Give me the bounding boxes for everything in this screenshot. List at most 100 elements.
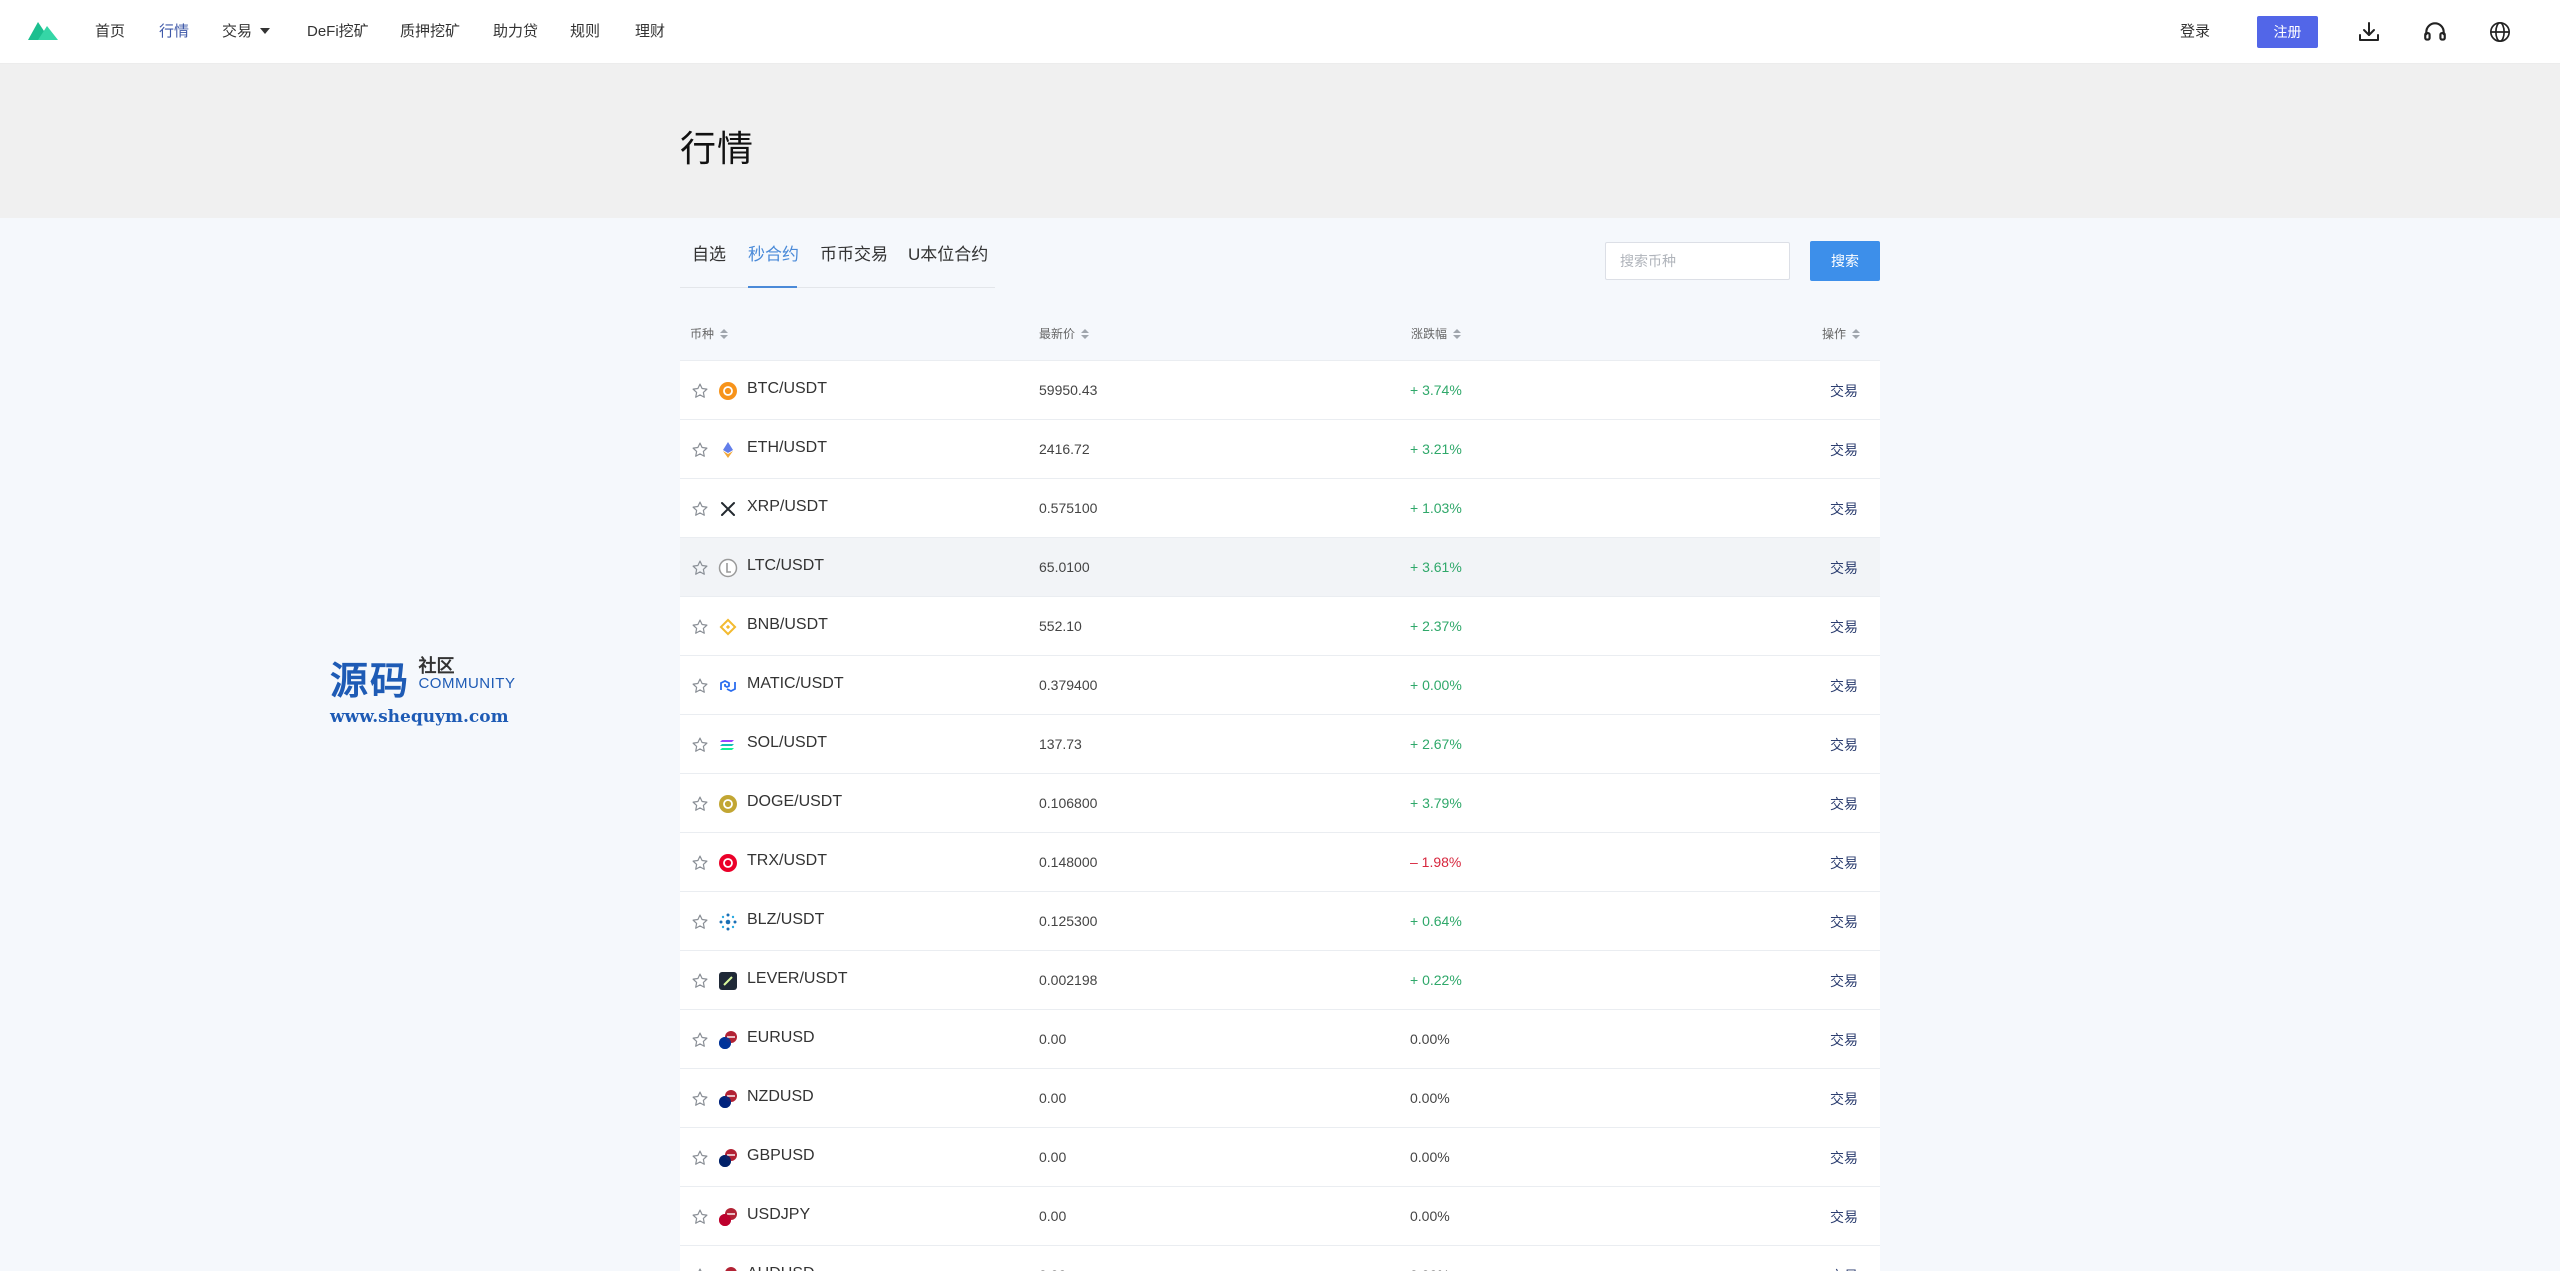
latest-price: 0.00 xyxy=(1039,1267,1066,1271)
trade-link[interactable]: 交易 xyxy=(1830,735,1858,755)
tab-second-contract[interactable]: 秒合约 xyxy=(748,240,799,265)
column-header-price[interactable]: 最新价 xyxy=(1039,325,1090,342)
pair-name: XRP/USDT xyxy=(747,498,828,515)
star-icon[interactable] xyxy=(691,913,709,931)
trade-link[interactable]: 交易 xyxy=(1830,1030,1858,1050)
matic-icon xyxy=(718,676,738,696)
column-header-change-label: 涨跌幅 xyxy=(1411,327,1448,341)
search-input[interactable] xyxy=(1605,242,1790,280)
trade-link[interactable]: 交易 xyxy=(1830,853,1858,873)
trade-link[interactable]: 交易 xyxy=(1830,381,1858,401)
star-icon[interactable] xyxy=(691,677,709,695)
column-header-change[interactable]: 涨跌幅 xyxy=(1411,325,1462,342)
trade-link[interactable]: 交易 xyxy=(1830,1207,1858,1227)
table-row[interactable]: EURUSD 0.00 0.00% 交易 xyxy=(680,1010,1880,1069)
trade-link[interactable]: 交易 xyxy=(1830,1148,1858,1168)
nav-item-loan[interactable]: 助力贷 xyxy=(493,0,538,64)
trx-icon xyxy=(718,853,738,873)
table-row[interactable]: DOGE/USDT 0.106800 + 3.79% 交易 xyxy=(680,774,1880,833)
price-change: + 0.00% xyxy=(1410,677,1462,693)
table-row[interactable]: MATIC/USDT 0.379400 + 0.00% 交易 xyxy=(680,656,1880,715)
table-row[interactable]: ETH/USDT 2416.72 + 3.21% 交易 xyxy=(680,420,1880,479)
trade-link[interactable]: 交易 xyxy=(1830,971,1858,991)
pair-name: LEVER/USDT xyxy=(747,970,848,987)
market-table: 币种 最新价 涨跌幅 操作 BTC/USDT 59950.43 + 3.74% 交易 E… xyxy=(680,307,1880,1271)
star-icon[interactable] xyxy=(691,795,709,813)
star-icon[interactable] xyxy=(691,736,709,754)
nav-item-market[interactable]: 行情 xyxy=(159,0,189,64)
tab-favorites[interactable]: 自选 xyxy=(692,240,726,265)
table-row[interactable]: USDJPY 0.00 0.00% 交易 xyxy=(680,1187,1880,1246)
table-row[interactable]: BTC/USDT 59950.43 + 3.74% 交易 xyxy=(680,361,1880,420)
star-icon[interactable] xyxy=(691,382,709,400)
search-button[interactable]: 搜索 xyxy=(1810,241,1880,281)
latest-price: 59950.43 xyxy=(1039,382,1098,398)
nav-item-trade[interactable]: 交易 xyxy=(222,0,271,64)
price-change: 0.00% xyxy=(1410,1031,1450,1047)
column-header-action-label: 操作 xyxy=(1822,327,1847,341)
table-row[interactable]: BLZ/USDT 0.125300 + 0.64% 交易 xyxy=(680,892,1880,951)
latest-price: 0.106800 xyxy=(1039,795,1098,811)
table-row[interactable]: SOL/USDT 137.73 + 2.67% 交易 xyxy=(680,715,1880,774)
column-header-action[interactable]: 操作 xyxy=(1822,325,1861,342)
star-icon[interactable] xyxy=(691,1208,709,1226)
sort-icon xyxy=(720,328,729,339)
pair-name: EURUSD xyxy=(747,1029,815,1046)
star-icon[interactable] xyxy=(691,1267,709,1271)
headset-icon[interactable] xyxy=(2421,18,2449,46)
price-change: 0.00% xyxy=(1410,1090,1450,1106)
pair-name: GBPUSD xyxy=(747,1147,815,1164)
trade-link[interactable]: 交易 xyxy=(1830,558,1858,578)
trade-link[interactable]: 交易 xyxy=(1830,1089,1858,1109)
watermark-subtitle: 社区 xyxy=(418,656,455,676)
nav-item-defi-mining[interactable]: DeFi挖矿 xyxy=(307,0,369,64)
price-change: + 3.74% xyxy=(1410,382,1462,398)
star-icon[interactable] xyxy=(691,854,709,872)
sol-icon xyxy=(718,735,738,755)
table-row[interactable]: LTC/USDT 65.0100 + 3.61% 交易 xyxy=(680,538,1880,597)
star-icon[interactable] xyxy=(691,972,709,990)
trade-link[interactable]: 交易 xyxy=(1830,499,1858,519)
star-icon[interactable] xyxy=(691,1149,709,1167)
table-row[interactable]: AUDUSD 0.00 0.00% 交易 xyxy=(680,1246,1880,1271)
xrp-icon xyxy=(718,499,738,519)
star-icon[interactable] xyxy=(691,618,709,636)
eth-icon xyxy=(718,440,738,460)
market-tabs: 自选 秒合约 币币交易 U本位合约 xyxy=(680,218,995,288)
login-link[interactable]: 登录 xyxy=(2180,0,2210,64)
download-icon[interactable] xyxy=(2355,18,2383,46)
page-header-banner: 行情 xyxy=(0,64,2560,218)
latest-price: 0.00 xyxy=(1039,1031,1067,1047)
star-icon[interactable] xyxy=(691,441,709,459)
table-row[interactable]: NZDUSD 0.00 0.00% 交易 xyxy=(680,1069,1880,1128)
table-row[interactable]: XRP/USDT 0.575100 + 1.03% 交易 xyxy=(680,479,1880,538)
nav-item-finance[interactable]: 理财 xyxy=(635,0,665,64)
nav-item-staking-mining[interactable]: 质押挖矿 xyxy=(400,0,460,64)
tab-spot-trading[interactable]: 币币交易 xyxy=(820,240,888,265)
trade-link[interactable]: 交易 xyxy=(1830,794,1858,814)
price-change: – 1.98% xyxy=(1410,854,1462,870)
nav-item-rules[interactable]: 规则 xyxy=(570,0,600,64)
star-icon[interactable] xyxy=(691,500,709,518)
trade-link[interactable]: 交易 xyxy=(1830,617,1858,637)
logo-icon[interactable] xyxy=(28,20,58,42)
trade-link[interactable]: 交易 xyxy=(1830,676,1858,696)
nav-item-home[interactable]: 首页 xyxy=(95,0,125,64)
table-row[interactable]: BNB/USDT 552.10 + 2.37% 交易 xyxy=(680,597,1880,656)
table-row[interactable]: GBPUSD 0.00 0.00% 交易 xyxy=(680,1128,1880,1187)
column-header-coin[interactable]: 币种 xyxy=(690,325,729,342)
star-icon[interactable] xyxy=(691,559,709,577)
table-row[interactable]: TRX/USDT 0.148000 – 1.98% 交易 xyxy=(680,833,1880,892)
register-button[interactable]: 注册 xyxy=(2257,16,2318,48)
globe-icon[interactable] xyxy=(2486,18,2514,46)
star-icon[interactable] xyxy=(691,1031,709,1049)
latest-price: 0.00 xyxy=(1039,1208,1067,1224)
pair-name: BLZ/USDT xyxy=(747,911,825,928)
trade-link[interactable]: 交易 xyxy=(1830,440,1858,460)
trade-link[interactable]: 交易 xyxy=(1830,912,1858,932)
table-row[interactable]: LEVER/USDT 0.002198 + 0.22% 交易 xyxy=(680,951,1880,1010)
table-body: BTC/USDT 59950.43 + 3.74% 交易 ETH/USDT 2416.72… xyxy=(680,361,1880,1271)
star-icon[interactable] xyxy=(691,1090,709,1108)
tab-usdt-contract[interactable]: U本位合约 xyxy=(908,240,988,265)
trade-link[interactable]: 交易 xyxy=(1830,1266,1858,1271)
